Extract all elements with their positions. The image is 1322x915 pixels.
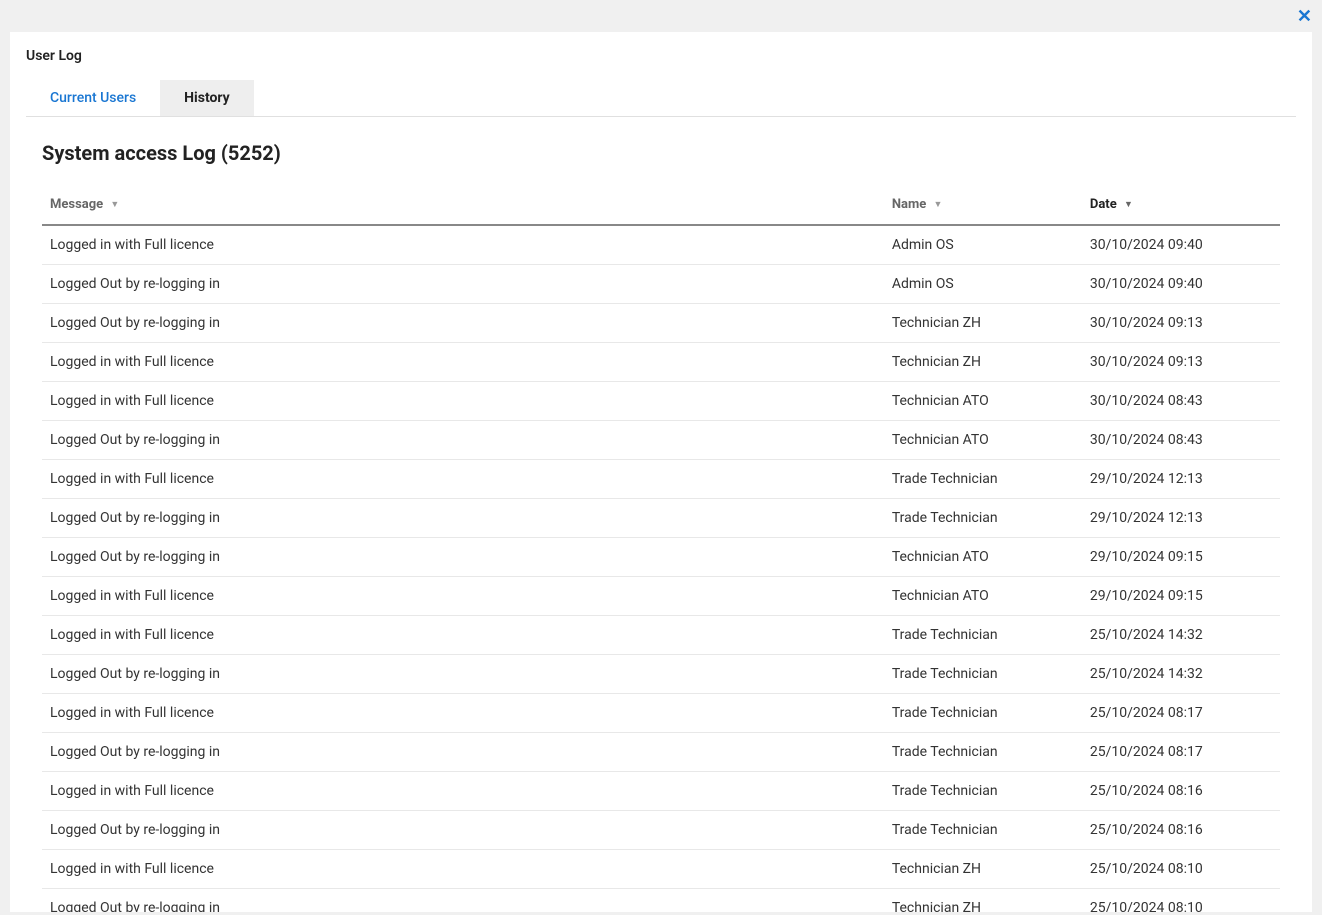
close-icon[interactable]: ✕ xyxy=(1297,8,1312,26)
content-inner: User Log Current Users History System ac… xyxy=(10,32,1312,912)
cell-message: Logged in with Full licence xyxy=(42,616,884,655)
cell-date: 25/10/2024 14:32 xyxy=(1082,655,1280,694)
cell-name: Trade Technician xyxy=(884,655,1082,694)
sort-arrow-icon: ▼ xyxy=(110,199,119,210)
sort-arrow-icon: ▼ xyxy=(1124,199,1133,210)
cell-message: Logged in with Full licence xyxy=(42,850,884,889)
sort-arrow-icon: ▼ xyxy=(933,199,942,210)
cell-date: 25/10/2024 08:17 xyxy=(1082,694,1280,733)
cell-date: 30/10/2024 09:13 xyxy=(1082,343,1280,382)
cell-date: 30/10/2024 09:40 xyxy=(1082,265,1280,304)
cell-date: 29/10/2024 12:13 xyxy=(1082,460,1280,499)
cell-message: Logged Out by re-logging in xyxy=(42,421,884,460)
top-bar: ✕ xyxy=(0,0,1322,32)
cell-message: Logged Out by re-logging in xyxy=(42,733,884,772)
table-row: Logged in with Full licenceTechnician ZH… xyxy=(42,850,1280,889)
cell-name: Technician ATO xyxy=(884,421,1082,460)
cell-date: 25/10/2024 08:10 xyxy=(1082,889,1280,913)
cell-message: Logged Out by re-logging in xyxy=(42,265,884,304)
tab-history[interactable]: History xyxy=(160,80,254,116)
cell-message: Logged in with Full licence xyxy=(42,694,884,733)
table-row: Logged in with Full licenceTrade Technic… xyxy=(42,460,1280,499)
cell-message: Logged Out by re-logging in xyxy=(42,304,884,343)
cell-date: 30/10/2024 08:43 xyxy=(1082,382,1280,421)
cell-date: 25/10/2024 08:17 xyxy=(1082,733,1280,772)
column-label: Name xyxy=(892,197,926,212)
page-title: User Log xyxy=(26,48,1296,64)
cell-name: Technician ATO xyxy=(884,538,1082,577)
column-header-date[interactable]: Date ▼ xyxy=(1082,185,1280,225)
cell-date: 25/10/2024 08:16 xyxy=(1082,811,1280,850)
cell-name: Trade Technician xyxy=(884,616,1082,655)
table-header-row: Message ▼ Name ▼ Date ▼ xyxy=(42,185,1280,225)
table-row: Logged Out by re-logging inTechnician AT… xyxy=(42,538,1280,577)
cell-date: 30/10/2024 09:13 xyxy=(1082,304,1280,343)
table-row: Logged Out by re-logging inAdmin OS30/10… xyxy=(42,265,1280,304)
table-row: Logged in with Full licenceTechnician AT… xyxy=(42,382,1280,421)
cell-message: Logged in with Full licence xyxy=(42,382,884,421)
cell-name: Technician ZH xyxy=(884,343,1082,382)
cell-name: Technician ZH xyxy=(884,850,1082,889)
cell-date: 30/10/2024 09:40 xyxy=(1082,225,1280,265)
column-header-message[interactable]: Message ▼ xyxy=(42,185,884,225)
cell-message: Logged Out by re-logging in xyxy=(42,889,884,913)
cell-name: Trade Technician xyxy=(884,694,1082,733)
cell-name: Trade Technician xyxy=(884,811,1082,850)
table-row: Logged in with Full licenceAdmin OS30/10… xyxy=(42,225,1280,265)
cell-name: Trade Technician xyxy=(884,460,1082,499)
cell-name: Admin OS xyxy=(884,225,1082,265)
cell-name: Admin OS xyxy=(884,265,1082,304)
table-row: Logged in with Full licenceTechnician ZH… xyxy=(42,343,1280,382)
cell-name: Technician ZH xyxy=(884,304,1082,343)
log-table: Message ▼ Name ▼ Date ▼ Logged in with F… xyxy=(42,185,1280,912)
table-row: Logged Out by re-logging inTechnician ZH… xyxy=(42,304,1280,343)
content-scroll-area[interactable]: User Log Current Users History System ac… xyxy=(10,32,1312,912)
cell-date: 30/10/2024 08:43 xyxy=(1082,421,1280,460)
table-row: Logged Out by re-logging inTechnician ZH… xyxy=(42,889,1280,913)
cell-message: Logged in with Full licence xyxy=(42,460,884,499)
cell-message: Logged in with Full licence xyxy=(42,772,884,811)
cell-message: Logged Out by re-logging in xyxy=(42,655,884,694)
cell-name: Technician ZH xyxy=(884,889,1082,913)
table-row: Logged in with Full licenceTrade Technic… xyxy=(42,694,1280,733)
column-label: Message xyxy=(50,197,103,212)
column-header-name[interactable]: Name ▼ xyxy=(884,185,1082,225)
tab-current-users[interactable]: Current Users xyxy=(26,80,160,116)
table-row: Logged Out by re-logging inTrade Technic… xyxy=(42,499,1280,538)
cell-message: Logged in with Full licence xyxy=(42,577,884,616)
cell-message: Logged Out by re-logging in xyxy=(42,538,884,577)
cell-name: Technician ATO xyxy=(884,577,1082,616)
cell-name: Trade Technician xyxy=(884,733,1082,772)
table-row: Logged in with Full licenceTrade Technic… xyxy=(42,616,1280,655)
cell-date: 29/10/2024 09:15 xyxy=(1082,538,1280,577)
column-label: Date xyxy=(1090,197,1117,212)
table-row: Logged in with Full licenceTrade Technic… xyxy=(42,772,1280,811)
cell-name: Trade Technician xyxy=(884,499,1082,538)
tabs: Current Users History xyxy=(26,80,1296,117)
cell-date: 25/10/2024 08:10 xyxy=(1082,850,1280,889)
cell-message: Logged in with Full licence xyxy=(42,343,884,382)
cell-name: Trade Technician xyxy=(884,772,1082,811)
cell-message: Logged in with Full licence xyxy=(42,225,884,265)
cell-name: Technician ATO xyxy=(884,382,1082,421)
section-heading: System access Log (5252) xyxy=(42,141,1296,165)
table-row: Logged Out by re-logging inTrade Technic… xyxy=(42,811,1280,850)
table-row: Logged Out by re-logging inTrade Technic… xyxy=(42,733,1280,772)
cell-message: Logged Out by re-logging in xyxy=(42,811,884,850)
cell-message: Logged Out by re-logging in xyxy=(42,499,884,538)
cell-date: 25/10/2024 08:16 xyxy=(1082,772,1280,811)
cell-date: 29/10/2024 12:13 xyxy=(1082,499,1280,538)
cell-date: 25/10/2024 14:32 xyxy=(1082,616,1280,655)
cell-date: 29/10/2024 09:15 xyxy=(1082,577,1280,616)
table-row: Logged Out by re-logging inTrade Technic… xyxy=(42,655,1280,694)
table-row: Logged Out by re-logging inTechnician AT… xyxy=(42,421,1280,460)
table-row: Logged in with Full licenceTechnician AT… xyxy=(42,577,1280,616)
